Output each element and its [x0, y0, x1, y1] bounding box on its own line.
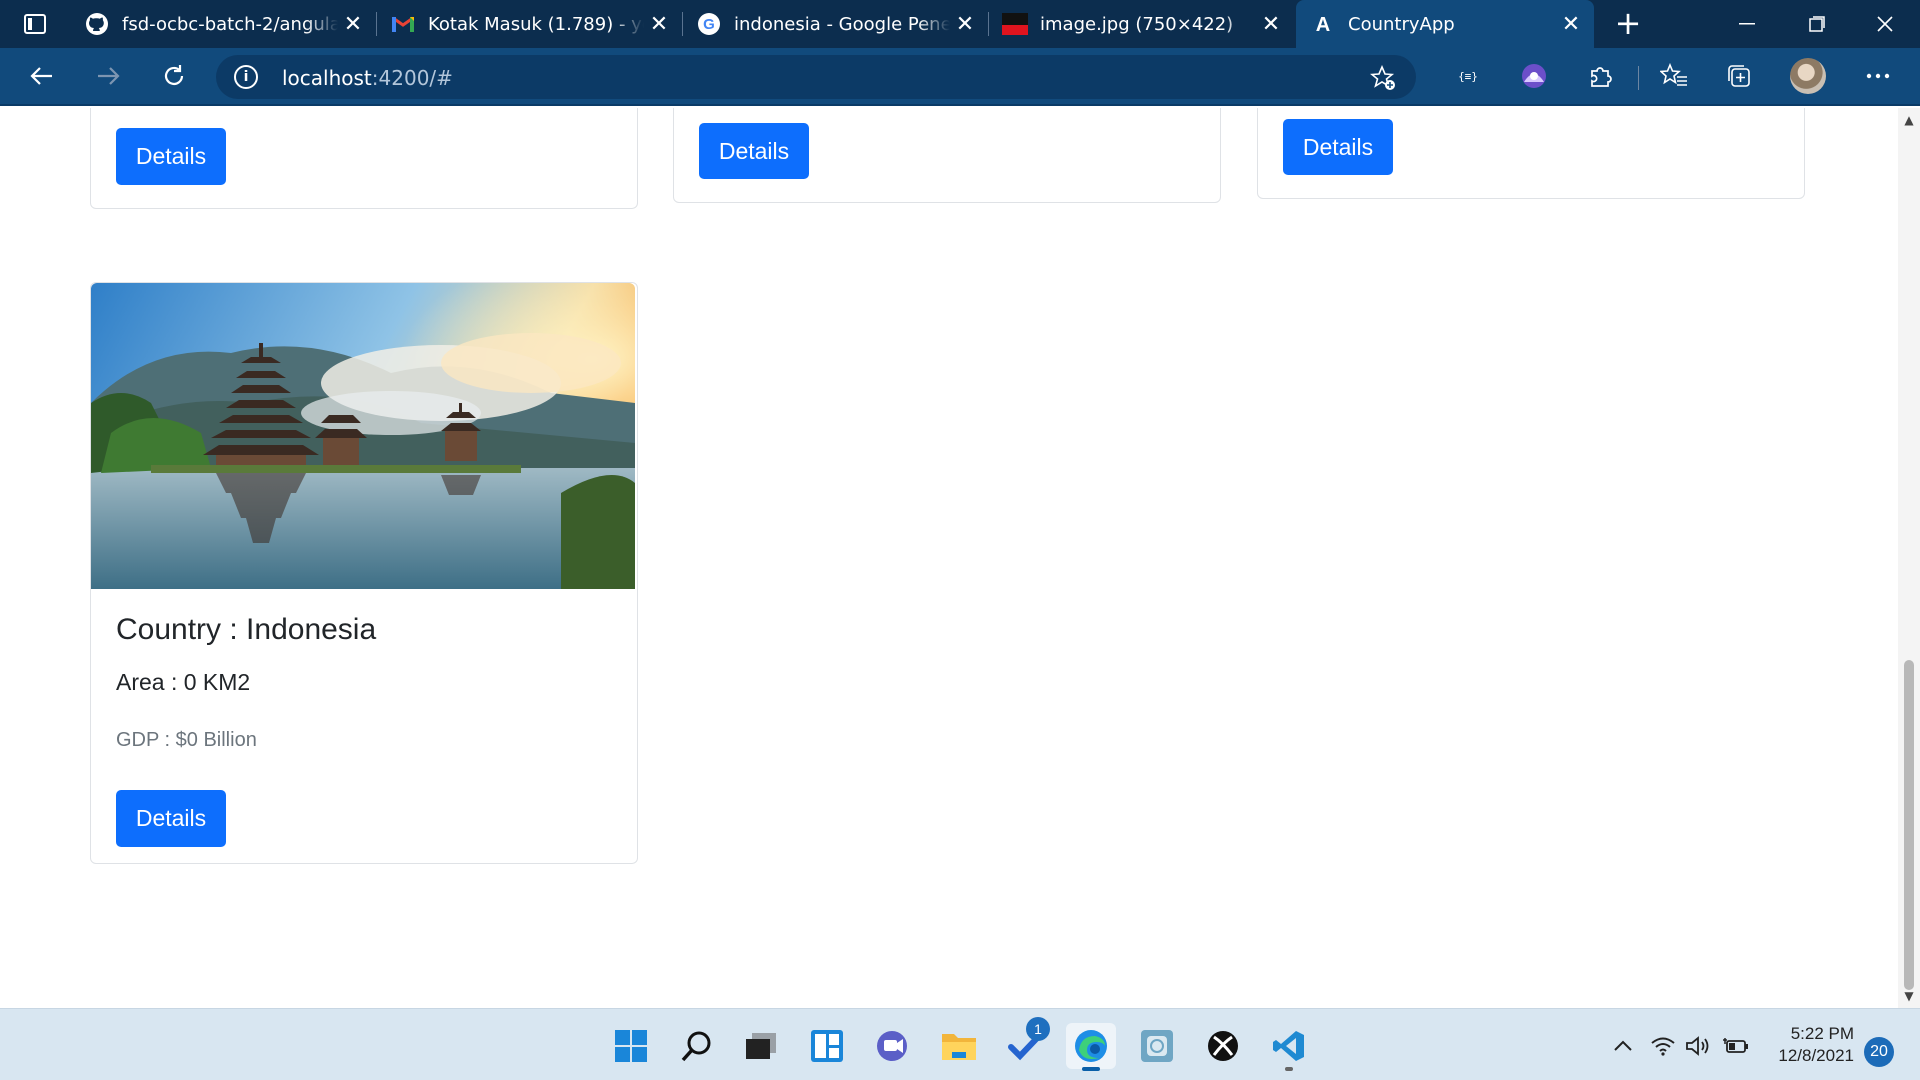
browser-toolbar: i localhost:4200/# {≡} — [0, 48, 1920, 106]
url-text[interactable]: localhost:4200/# — [282, 66, 453, 90]
start-icon[interactable] — [606, 1023, 656, 1069]
widgets-icon[interactable] — [802, 1023, 852, 1069]
teams-chat-icon[interactable] — [868, 1023, 918, 1069]
address-bar[interactable]: i localhost:4200/# — [216, 55, 1416, 99]
battery-charging-icon[interactable] — [1722, 1031, 1752, 1061]
tab-github[interactable]: fsd-ocbc-batch-2/angular ✕ — [70, 0, 377, 48]
close-tab-icon[interactable]: ✕ — [338, 9, 368, 39]
tab-title: Kotak Masuk (1.789) - yos — [428, 13, 644, 35]
tab-title: image.jpg (750×422) — [1040, 13, 1234, 35]
minimize-icon[interactable] — [1712, 0, 1782, 48]
site-info-icon[interactable]: i — [234, 65, 258, 89]
details-button[interactable]: Details — [116, 790, 226, 847]
temple-landscape-image — [91, 283, 635, 589]
country-card: Details — [1257, 108, 1805, 199]
refresh-icon[interactable] — [152, 56, 196, 96]
show-hidden-icons-icon[interactable] — [1608, 1031, 1638, 1061]
edge-icon[interactable] — [1066, 1023, 1116, 1071]
todo-badge: 1 — [1026, 1017, 1050, 1041]
clock-time: 5:22 PM — [1790, 1024, 1854, 1043]
taskbar: 1 5:22 PM 12/8/2021 20 — [0, 1008, 1920, 1080]
search-icon[interactable] — [672, 1023, 722, 1069]
extensions-puzzle-icon[interactable] — [1584, 60, 1616, 92]
tab-strip: fsd-ocbc-batch-2/angular ✕ Kotak Masuk (… — [0, 0, 1920, 48]
more-menu-icon[interactable] — [1862, 60, 1894, 92]
tab-title: fsd-ocbc-batch-2/angular — [122, 13, 338, 35]
photos-icon[interactable] — [1132, 1023, 1182, 1069]
country-card-indonesia: Country : Indonesia Area : 0 KM2 GDP : $… — [90, 282, 638, 864]
scroll-up-icon[interactable]: ▲ — [1903, 114, 1915, 126]
tab-google-search[interactable]: G indonesia - Google Penelu ✕ — [682, 0, 989, 48]
tab-title: CountryApp — [1348, 13, 1455, 35]
close-window-icon[interactable] — [1850, 0, 1920, 48]
country-gdp: GDP : $0 Billion — [116, 729, 257, 751]
back-icon[interactable] — [20, 56, 64, 96]
task-view-icon[interactable] — [736, 1023, 786, 1069]
clock-date: 12/8/2021 — [1778, 1046, 1854, 1065]
country-area: Area : 0 KM2 — [116, 669, 251, 695]
tab-gmail[interactable]: Kotak Masuk (1.789) - yos ✕ — [376, 0, 683, 48]
json-viewer-extension-icon[interactable]: {≡} — [1452, 60, 1484, 92]
image-icon — [1002, 11, 1028, 37]
restore-icon[interactable] — [1782, 0, 1852, 48]
country-card: Details — [673, 108, 1221, 203]
new-tab-icon[interactable]: + — [1610, 7, 1646, 42]
details-button[interactable]: Details — [1283, 119, 1393, 175]
angular-icon: A — [1310, 11, 1336, 37]
tab-image[interactable]: image.jpg (750×422) ✕ — [988, 0, 1294, 48]
svg-text:G: G — [703, 16, 715, 33]
svg-text:{≡}: {≡} — [1458, 70, 1478, 83]
system-clock[interactable]: 5:22 PM 12/8/2021 — [1762, 1023, 1854, 1067]
collections-icon[interactable] — [1724, 60, 1756, 92]
close-tab-icon[interactable]: ✕ — [1256, 9, 1286, 39]
close-tab-icon[interactable]: ✕ — [1556, 9, 1586, 39]
extension-orb-icon[interactable] — [1518, 60, 1550, 92]
xbox-icon[interactable] — [1198, 1023, 1248, 1069]
tab-countryapp[interactable]: A CountryApp ✕ — [1296, 0, 1594, 48]
file-explorer-icon[interactable] — [934, 1023, 984, 1069]
details-button[interactable]: Details — [699, 123, 809, 179]
svg-text:A: A — [1316, 14, 1330, 36]
close-tab-icon[interactable]: ✕ — [644, 9, 674, 39]
forward-icon[interactable] — [86, 56, 130, 96]
tab-title: indonesia - Google Penelu — [734, 13, 950, 35]
tab-actions-menu-icon[interactable] — [20, 12, 50, 36]
google-icon: G — [696, 11, 722, 37]
add-favorite-icon[interactable] — [1369, 64, 1396, 91]
country-card: Details — [90, 108, 638, 209]
todo-icon[interactable]: 1 — [1000, 1017, 1050, 1069]
scroll-down-icon[interactable]: ▼ — [1903, 990, 1915, 1002]
notification-count-badge[interactable]: 20 — [1864, 1037, 1894, 1067]
volume-icon[interactable] — [1682, 1031, 1712, 1061]
gmail-icon — [390, 11, 416, 37]
wifi-icon[interactable] — [1648, 1031, 1678, 1061]
page-scrollbar[interactable]: ▲ ▼ — [1898, 108, 1920, 1008]
vscode-icon[interactable] — [1264, 1023, 1314, 1071]
close-tab-icon[interactable]: ✕ — [950, 9, 980, 39]
profile-avatar[interactable] — [1790, 58, 1826, 94]
favorites-icon[interactable] — [1658, 60, 1690, 92]
github-icon — [84, 11, 110, 37]
scroll-thumb[interactable] — [1904, 660, 1914, 990]
details-button[interactable]: Details — [116, 128, 226, 185]
page-viewport: Details Details Details Country: Indone… — [0, 108, 1898, 1008]
country-title: Country : Indonesia — [116, 613, 377, 646]
